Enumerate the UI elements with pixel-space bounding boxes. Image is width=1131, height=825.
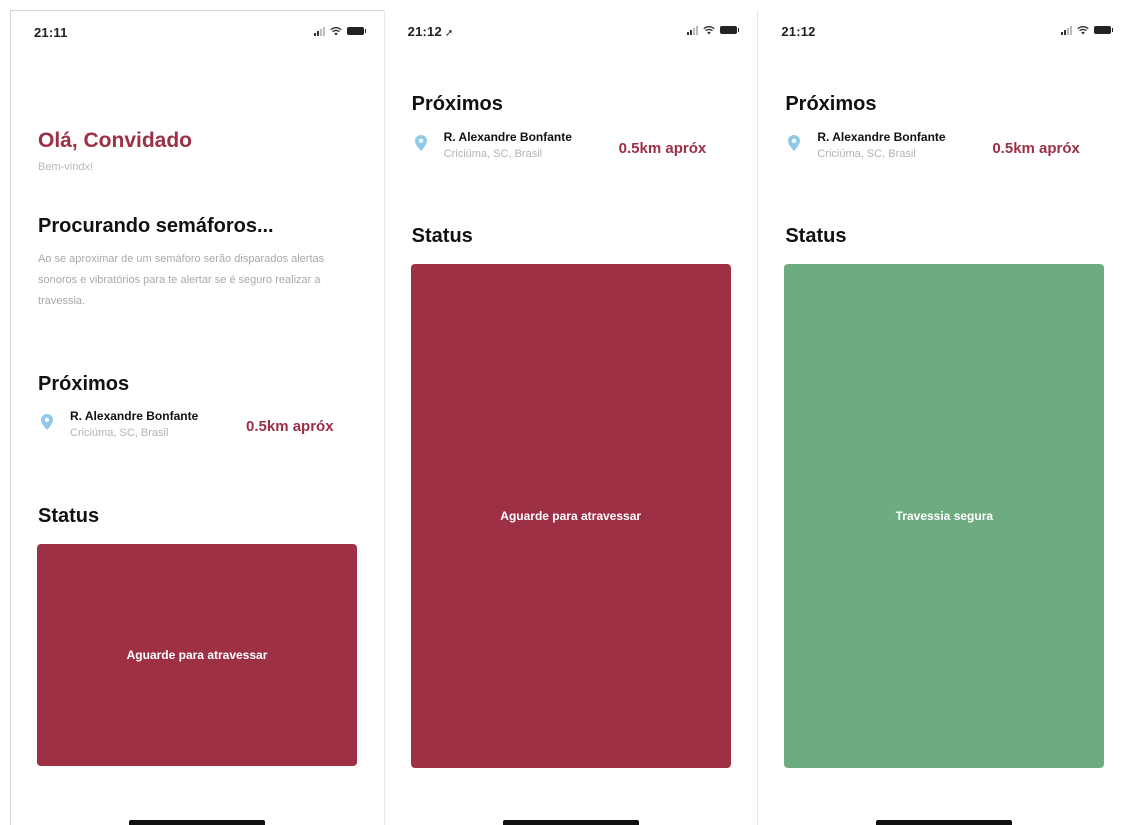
searching-title: Procurando semáforos...: [38, 215, 274, 237]
screen-status-safe: 21:12 Próximos R. Alexandre Bonfante Cri…: [757, 10, 1131, 825]
status-icons: [1061, 25, 1114, 35]
nearby-street: R. Alexandre Bonfante: [70, 409, 199, 423]
status-time: 21:12: [781, 24, 815, 39]
battery-icon: [720, 26, 740, 34]
nearby-street: R. Alexandre Bonfante: [817, 130, 946, 144]
status-indicator-wait: Aguarde para atravessar: [410, 264, 731, 768]
clock-text: 21:12: [781, 24, 816, 39]
status-bar: 21:11: [11, 11, 384, 51]
status-text: Aguarde para atravessar: [500, 509, 642, 523]
location-pin-icon: [41, 414, 53, 430]
screen-home: 21:11 Olá, Convidado Bem-vindx! Procuran…: [10, 10, 384, 825]
cellular-signal-icon: [687, 25, 699, 35]
battery-icon: [346, 27, 366, 35]
status-text: Travessia segura: [895, 509, 994, 523]
status-time: 21:11: [34, 25, 68, 40]
nearby-city: Criciúma, SC, Brasil: [70, 427, 169, 439]
searching-description: Ao se aproximar de um semáforo serão dis…: [38, 253, 325, 307]
clock-text: 21:12: [407, 24, 442, 39]
home-indicator[interactable]: [876, 820, 1013, 825]
wifi-icon: [329, 26, 342, 36]
nearby-title: Próximos: [785, 93, 877, 115]
status-icons: [687, 25, 740, 35]
nearby-distance: 0.5km apróx: [992, 140, 1080, 157]
status-indicator-safe: Travessia segura: [784, 264, 1105, 768]
home-indicator[interactable]: [502, 820, 639, 825]
screens-container: 21:11 Olá, Convidado Bem-vindx! Procuran…: [10, 10, 1131, 825]
status-bar: 21:12: [758, 10, 1131, 50]
nearby-item[interactable]: R. Alexandre Bonfante Criciúma, SC, Bras…: [788, 130, 1108, 170]
status-title: Status: [411, 225, 473, 247]
cellular-signal-icon: [1061, 25, 1073, 35]
nearby-city: Criciúma, SC, Brasil: [817, 148, 916, 160]
screen-status-wait: 21:12 ➚ Próximos R. Alexandre Bonfante Cr…: [383, 10, 758, 825]
wifi-icon: [703, 25, 716, 35]
wifi-icon: [1077, 25, 1089, 35]
nearby-title: Próximos: [411, 93, 503, 115]
greeting-title: Olá, Convidado: [38, 129, 193, 152]
location-pin-icon: [788, 135, 801, 151]
nearby-title: Próximos: [38, 373, 130, 395]
nearby-city: Criciúma, SC, Brasil: [443, 148, 543, 160]
status-icons: [313, 26, 366, 36]
welcome-subtitle: Bem-vindx!: [38, 161, 94, 173]
battery-icon: [1094, 26, 1114, 34]
home-indicator[interactable]: [129, 820, 265, 825]
status-bar: 21:12 ➚: [385, 10, 758, 50]
status-time: 21:12 ➚: [408, 24, 454, 39]
nearby-distance: 0.5km apróx: [618, 140, 707, 157]
location-pin-icon: [414, 135, 427, 151]
cellular-signal-icon: [313, 26, 325, 36]
status-title: Status: [785, 225, 847, 247]
status-indicator-wait: Aguarde para atravessar: [37, 544, 357, 766]
clock-text: 21:11: [34, 25, 68, 40]
status-text: Aguarde para atravessar: [126, 648, 268, 662]
nearby-item[interactable]: R. Alexandre Bonfante Criciúma, SC, Bras…: [41, 409, 361, 449]
location-arrow-icon: ➚: [444, 28, 454, 39]
status-title: Status: [38, 505, 100, 527]
nearby-item[interactable]: R. Alexandre Bonfante Criciúma, SC, Bras…: [414, 130, 735, 170]
nearby-distance: 0.5km apróx: [246, 418, 334, 435]
nearby-street: R. Alexandre Bonfante: [443, 130, 572, 144]
